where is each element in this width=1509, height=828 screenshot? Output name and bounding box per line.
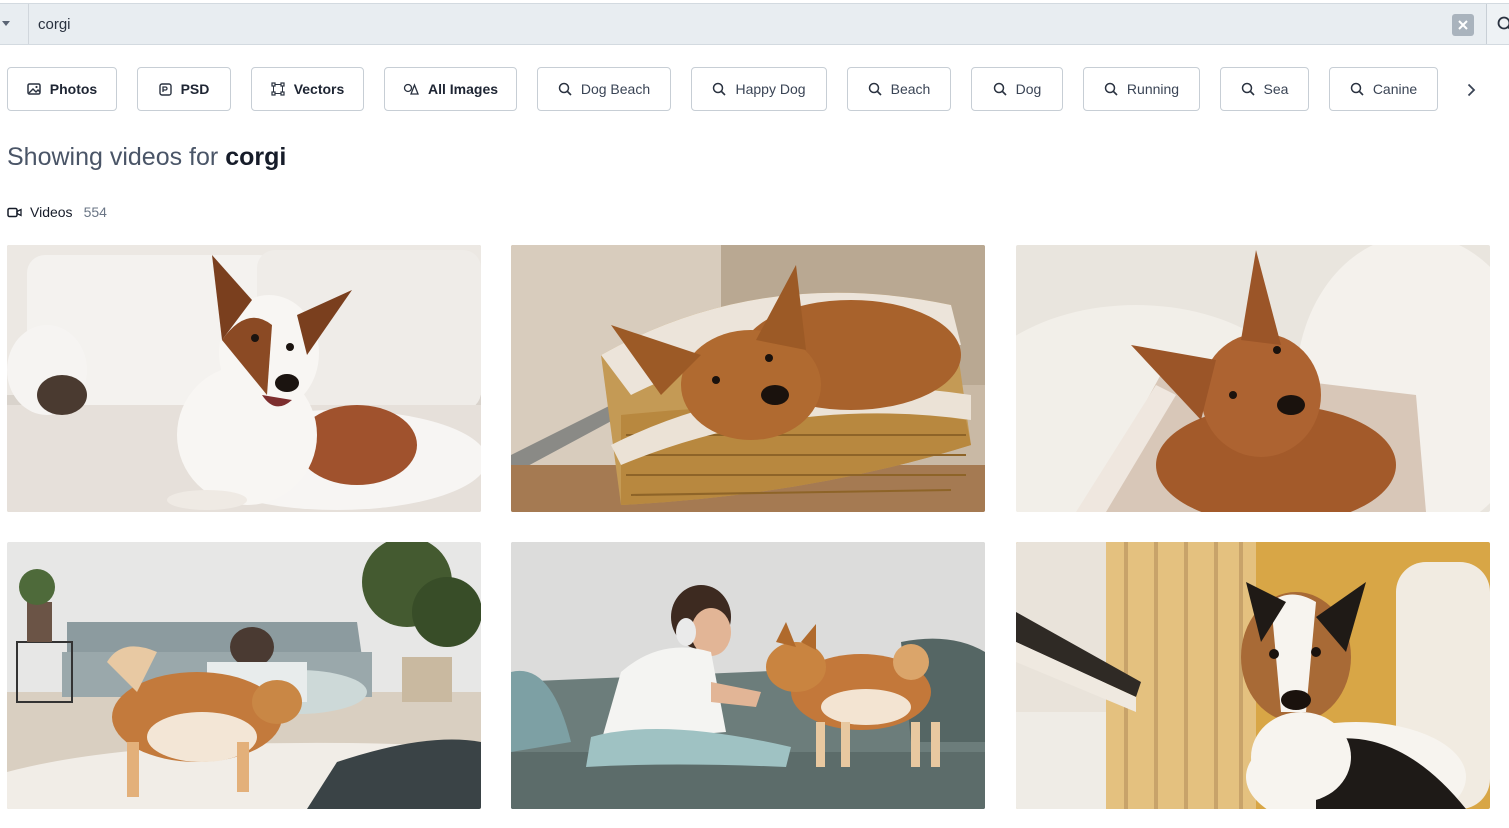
results-tab-videos[interactable]: Videos 554 bbox=[7, 204, 107, 220]
related-search-label: Canine bbox=[1372, 81, 1418, 97]
heading-query: corgi bbox=[225, 143, 287, 171]
heading-prefix: Showing videos for bbox=[7, 143, 219, 171]
chips-next-button[interactable] bbox=[1458, 79, 1484, 101]
related-search-sea[interactable]: Sea bbox=[1220, 67, 1309, 111]
filter-label: Photos bbox=[49, 81, 98, 97]
related-search-label: Sea bbox=[1263, 81, 1289, 97]
filter-photos[interactable]: Photos bbox=[7, 67, 117, 111]
video-preview-image bbox=[511, 542, 985, 809]
video-preview-image bbox=[7, 245, 481, 512]
photo-icon bbox=[27, 83, 41, 95]
video-thumbnail[interactable] bbox=[511, 542, 985, 809]
search-type-dropdown[interactable] bbox=[0, 4, 29, 44]
search-icon bbox=[1497, 16, 1509, 30]
search-submit-button[interactable] bbox=[1486, 4, 1509, 44]
search-icon bbox=[1241, 82, 1255, 96]
video-thumbnail[interactable] bbox=[7, 542, 481, 809]
related-search-label: Dog Beach bbox=[580, 81, 651, 97]
related-search-label: Running bbox=[1126, 81, 1180, 97]
video-thumbnail[interactable] bbox=[1016, 245, 1490, 512]
filter-label: Vectors bbox=[293, 81, 345, 97]
video-thumbnail[interactable] bbox=[511, 245, 985, 512]
related-search-dog-beach[interactable]: Dog Beach bbox=[537, 67, 671, 111]
video-preview-image bbox=[7, 542, 481, 809]
related-search-label: Dog bbox=[1015, 81, 1042, 97]
video-thumbnail[interactable] bbox=[7, 245, 481, 512]
close-icon bbox=[1458, 20, 1468, 30]
filter-psd[interactable]: PSD bbox=[137, 67, 231, 111]
results-count: 554 bbox=[83, 204, 107, 220]
video-thumbnail[interactable] bbox=[1016, 542, 1490, 809]
video-preview-image bbox=[1016, 542, 1490, 809]
vector-icon bbox=[271, 82, 285, 96]
related-search-label: Happy Dog bbox=[735, 81, 806, 97]
search-icon bbox=[1104, 82, 1118, 96]
related-search-beach[interactable]: Beach bbox=[847, 67, 951, 111]
search-icon bbox=[558, 82, 572, 96]
related-search-label: Beach bbox=[890, 81, 931, 97]
clear-search-button[interactable] bbox=[1452, 14, 1474, 36]
video-preview-image bbox=[1016, 245, 1490, 512]
chevron-right-icon bbox=[1467, 83, 1475, 97]
search-icon bbox=[713, 82, 727, 96]
search-icon bbox=[868, 82, 882, 96]
related-search-running[interactable]: Running bbox=[1083, 67, 1200, 111]
page-title: Showing videos for corgi bbox=[7, 143, 286, 172]
results-tab-label: Videos bbox=[30, 204, 73, 220]
search-bar bbox=[0, 3, 1509, 45]
search-input[interactable] bbox=[38, 12, 1438, 36]
filter-label: PSD bbox=[180, 81, 210, 97]
filter-chip-row: Photos PSD Vectors All Images Dog Beach … bbox=[0, 67, 1509, 112]
psd-icon bbox=[158, 82, 172, 96]
video-preview-image bbox=[511, 245, 985, 512]
search-icon bbox=[993, 82, 1007, 96]
filter-vectors[interactable]: Vectors bbox=[251, 67, 364, 111]
filter-label: All Images bbox=[427, 81, 499, 97]
chevron-down-icon bbox=[2, 21, 10, 26]
related-search-canine[interactable]: Canine bbox=[1329, 67, 1438, 111]
filter-all-images[interactable]: All Images bbox=[384, 67, 517, 111]
all-images-icon bbox=[403, 83, 419, 95]
related-search-dog[interactable]: Dog bbox=[971, 67, 1063, 111]
related-search-happy-dog[interactable]: Happy Dog bbox=[691, 67, 827, 111]
video-camera-icon bbox=[7, 207, 22, 217]
search-icon bbox=[1350, 82, 1364, 96]
